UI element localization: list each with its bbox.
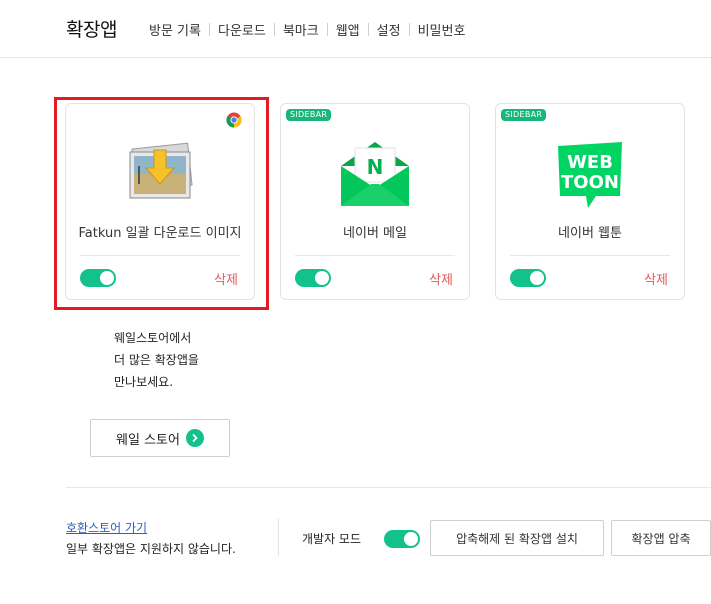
mail-letter: N <box>367 155 384 179</box>
webtoon-word-1: WEB <box>567 152 613 173</box>
nav-history[interactable]: 방문 기록 <box>149 20 201 39</box>
extension-name: 네이버 메일 <box>343 226 407 241</box>
footer-separator <box>278 518 279 556</box>
nav-divider <box>408 23 410 36</box>
extension-card-naver-mail[interactable]: SIDEBAR N 네이버 메일 삭제 <box>280 103 470 300</box>
page-title: 확장앱 <box>66 19 117 41</box>
top-nav: 방문 기록 다운로드 북마크 웹앱 설정 비밀번호 <box>149 20 465 39</box>
pack-extension-button[interactable]: 확장앱 압축 <box>611 520 711 556</box>
extension-card-naver-webtoon[interactable]: SIDEBAR WEB TOON 네이버 웹툰 삭제 <box>495 103 685 300</box>
toggle-knob <box>404 532 418 546</box>
extension-name: 네이버 웹툰 <box>558 226 622 241</box>
nav-divider <box>273 23 275 36</box>
store-promo-line: 웨일스토어에서 <box>114 331 192 345</box>
nav-divider <box>367 23 369 36</box>
delete-button[interactable]: 삭제 <box>644 269 668 288</box>
webtoon-word-2: TOON <box>561 172 619 193</box>
card-divider <box>295 255 455 256</box>
nav-bookmarks[interactable]: 북마크 <box>283 20 319 39</box>
compat-note: 일부 확장앱은 지원하지 않습니다. <box>66 542 236 556</box>
chevron-right-icon <box>185 429 204 447</box>
nav-passwords[interactable]: 비밀번호 <box>418 20 466 39</box>
dev-mode-toggle[interactable] <box>384 530 420 548</box>
nav-settings[interactable]: 설정 <box>377 20 401 39</box>
store-promo-line: 만나보세요. <box>114 375 174 389</box>
compat-store-link[interactable]: 호환스토어 가기 <box>66 519 147 536</box>
store-promo-line: 더 많은 확장앱을 <box>114 353 199 367</box>
sidebar-tag: SIDEBAR <box>286 109 332 121</box>
sidebar-tag: SIDEBAR <box>501 109 547 121</box>
naver-mail-icon: N <box>341 142 409 206</box>
load-unpacked-button[interactable]: 압축해제 된 확장앱 설치 <box>430 520 604 556</box>
selection-highlight <box>54 97 269 310</box>
header: 확장앱 방문 기록 다운로드 북마크 웹앱 설정 비밀번호 <box>0 0 711 58</box>
nav-divider <box>208 23 210 36</box>
nav-divider <box>326 23 328 36</box>
toggle-knob <box>315 271 329 285</box>
dev-mode-label: 개발자 모드 <box>302 532 362 546</box>
store-promo-text: 웨일스토어에서 더 많은 확장앱을 만나보세요. <box>114 327 199 393</box>
extension-toggle[interactable] <box>510 269 546 287</box>
whale-store-button[interactable]: 웨일 스토어 <box>90 419 230 457</box>
footer-divider <box>66 487 711 488</box>
nav-webapps[interactable]: 웹앱 <box>336 20 360 39</box>
store-button-label: 웨일 스토어 <box>116 432 180 448</box>
card-divider <box>510 255 670 256</box>
toggle-knob <box>530 271 544 285</box>
extension-toggle[interactable] <box>295 269 331 287</box>
naver-webtoon-icon: WEB TOON <box>558 142 622 208</box>
nav-downloads[interactable]: 다운로드 <box>218 20 266 39</box>
delete-button[interactable]: 삭제 <box>429 269 453 288</box>
